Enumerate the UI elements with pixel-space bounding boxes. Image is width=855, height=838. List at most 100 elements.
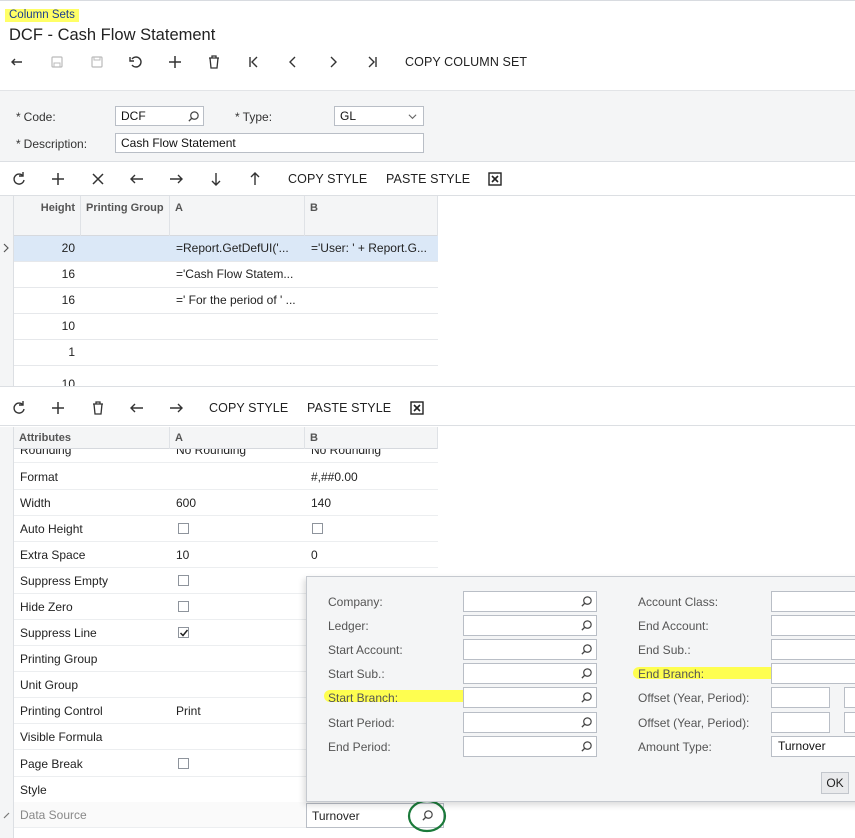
company-label: Company: — [328, 595, 383, 609]
ok-button[interactable]: OK — [821, 772, 849, 794]
delete-icon[interactable] — [203, 51, 225, 73]
export-excel-icon[interactable] — [406, 397, 428, 419]
table-row[interactable]: Auto Height — [14, 516, 438, 542]
end-period-input[interactable] — [463, 736, 597, 757]
cell-a[interactable]: =' For the period of ' ... — [170, 288, 305, 313]
type-select[interactable]: GL — [334, 106, 424, 126]
export-excel-icon[interactable] — [484, 168, 506, 190]
attr-name: Suppress Line — [20, 626, 97, 640]
page-break-a-checkbox[interactable] — [178, 758, 189, 769]
cell-a[interactable]: ='Cash Flow Statem... — [170, 262, 305, 287]
rows-copy-style-button[interactable]: COPY STYLE — [288, 172, 367, 186]
back-icon[interactable] — [6, 51, 28, 73]
header-col-a[interactable]: A — [170, 196, 305, 236]
save-icon[interactable] — [86, 51, 108, 73]
top-border — [0, 0, 855, 1]
account-class-input[interactable] — [771, 591, 855, 612]
copy-column-set-button[interactable]: COPY COLUMN SET — [405, 55, 527, 69]
auto-height-a-checkbox[interactable] — [178, 523, 189, 534]
end-period-label: End Period: — [328, 740, 391, 754]
add-row-icon[interactable] — [47, 168, 69, 190]
attr-paste-style-button[interactable]: PASTE STYLE — [307, 401, 391, 415]
cell-a[interactable]: No Rounding — [170, 449, 305, 463]
offset-start-year-input[interactable] — [771, 687, 830, 708]
end-account-input[interactable] — [771, 615, 855, 636]
arrow-right-icon[interactable] — [165, 168, 187, 190]
header-attributes[interactable]: Attributes — [14, 427, 170, 449]
rows-paste-style-button[interactable]: PASTE STYLE — [386, 172, 470, 186]
header-col-a[interactable]: A — [170, 427, 305, 449]
first-record-icon[interactable] — [243, 51, 265, 73]
refresh-icon[interactable] — [8, 168, 30, 190]
cell-a[interactable]: 600 — [170, 490, 305, 516]
amount-type-select[interactable]: Turnover — [771, 736, 855, 757]
save-close-icon[interactable] — [46, 51, 68, 73]
auto-height-b-checkbox[interactable] — [312, 523, 323, 534]
table-row[interactable]: 1 — [14, 340, 438, 366]
previous-record-icon[interactable] — [282, 51, 304, 73]
cell-height[interactable]: 1 — [14, 340, 81, 365]
cell-height[interactable]: 10 — [14, 314, 81, 339]
offset-start-period-input[interactable] — [844, 687, 855, 708]
header-col-b[interactable]: B — [305, 427, 438, 449]
suppress-line-a-checkbox[interactable] — [178, 627, 189, 638]
table-row[interactable]: Format #,##0.00 — [14, 464, 438, 490]
add-icon[interactable] — [164, 51, 186, 73]
table-row[interactable]: Rounding No Rounding No Rounding — [14, 449, 438, 463]
refresh-icon[interactable] — [8, 397, 30, 419]
cell-height[interactable]: 16 — [14, 288, 81, 313]
description-input[interactable]: Cash Flow Statement — [115, 133, 424, 153]
table-row[interactable]: Extra Space 10 0 — [14, 542, 438, 568]
start-branch-input[interactable] — [463, 687, 597, 708]
table-row[interactable]: 20 =Report.GetDefUI('... ='User: ' + Rep… — [14, 236, 438, 262]
header-col-b[interactable]: B — [305, 196, 438, 236]
arrow-left-icon[interactable] — [126, 397, 148, 419]
code-input[interactable]: DCF — [115, 106, 204, 126]
end-sub-input[interactable] — [771, 639, 855, 660]
cell-height[interactable]: 20 — [14, 236, 81, 261]
cell-height[interactable]: 10 — [14, 372, 81, 386]
next-record-icon[interactable] — [322, 51, 344, 73]
offset-end-period-input[interactable] — [844, 712, 855, 733]
table-row[interactable]: 16 ='Cash Flow Statem... — [14, 262, 438, 288]
start-period-label: Start Period: — [328, 716, 395, 730]
arrow-up-icon[interactable] — [244, 168, 266, 190]
ledger-input[interactable] — [463, 615, 597, 636]
start-period-input[interactable] — [463, 712, 597, 733]
last-record-icon[interactable] — [361, 51, 383, 73]
table-row[interactable]: 10 — [14, 314, 438, 340]
company-input[interactable] — [463, 591, 597, 612]
undo-icon[interactable] — [125, 51, 147, 73]
delete-row-icon[interactable] — [87, 168, 109, 190]
cell-b[interactable]: 140 — [305, 490, 438, 516]
cell-a[interactable]: 10 — [170, 542, 305, 568]
cell-a[interactable]: =Report.GetDefUI('... — [170, 236, 305, 261]
header-printing-group[interactable]: Printing Group — [81, 196, 170, 236]
cell-b[interactable]: No Rounding — [305, 449, 438, 463]
annotation-circle — [407, 799, 447, 833]
cell-b[interactable]: #,##0.00 — [305, 464, 438, 490]
start-account-input[interactable] — [463, 639, 597, 660]
arrow-right-icon[interactable] — [165, 397, 187, 419]
arrow-left-icon[interactable] — [126, 168, 148, 190]
suppress-empty-a-checkbox[interactable] — [178, 575, 189, 586]
row-pointer-icon — [3, 243, 9, 253]
cell-b[interactable]: ='User: ' + Report.G... — [305, 236, 438, 261]
start-sub-label: Start Sub.: — [328, 667, 385, 681]
delete-icon[interactable] — [87, 397, 109, 419]
offset-end-year-input[interactable] — [771, 712, 830, 733]
hide-zero-a-checkbox[interactable] — [178, 601, 189, 612]
table-row[interactable]: 16 =' For the period of ' ... — [14, 288, 438, 314]
arrow-down-icon[interactable] — [205, 168, 227, 190]
attr-copy-style-button[interactable]: COPY STYLE — [209, 401, 288, 415]
start-sub-input[interactable] — [463, 663, 597, 684]
cell-a[interactable]: Print — [170, 698, 305, 724]
breadcrumb[interactable]: Column Sets — [5, 9, 79, 22]
table-row[interactable]: 10 — [14, 366, 438, 386]
table-row[interactable]: Width 600 140 — [14, 490, 438, 516]
header-height[interactable]: Height — [14, 196, 81, 236]
add-icon[interactable] — [47, 397, 69, 419]
end-branch-input[interactable] — [771, 663, 855, 684]
cell-b[interactable]: 0 — [305, 542, 438, 568]
cell-height[interactable]: 16 — [14, 262, 81, 287]
